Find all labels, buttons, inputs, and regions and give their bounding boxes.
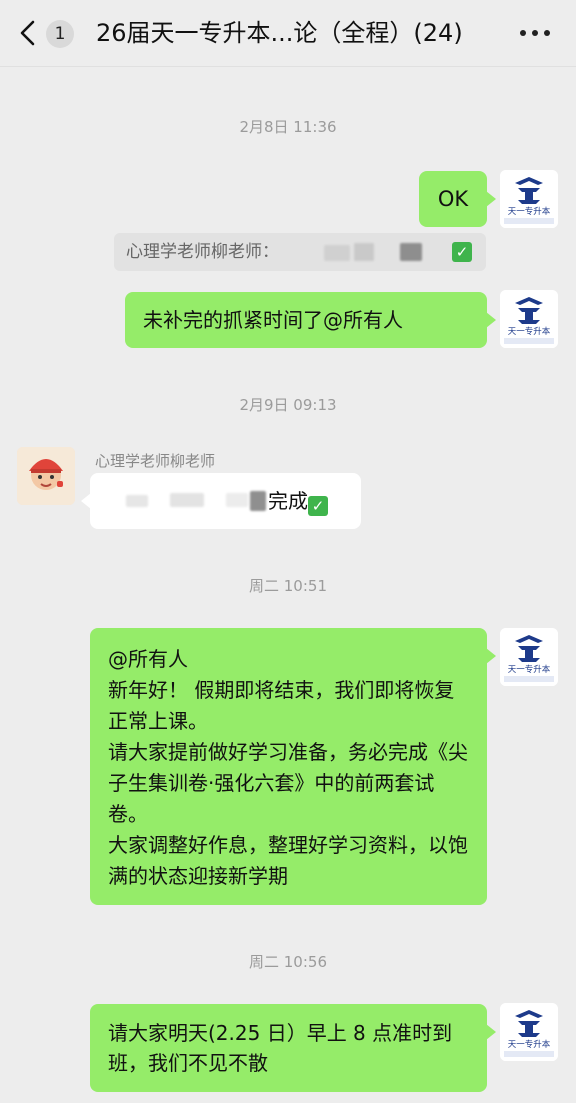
more-options-icon[interactable] — [520, 30, 550, 38]
message-tail-text: 完成 ✓ — [268, 487, 328, 516]
brand-logo-icon: 天一专升本 — [500, 628, 558, 686]
message-text: 未补完的抓紧时间了@所有人 — [143, 308, 403, 332]
brand-logo-icon: 天一专升本 — [500, 290, 558, 348]
quoted-message[interactable]: 心理学老师柳老师： ✓ — [114, 233, 486, 271]
redacted-text — [126, 495, 148, 507]
svg-text:天一专升本: 天一专升本 — [508, 1039, 551, 1050]
message-text: 请大家明天(2.25 日）早上 8 点准时到班，我们不见不散 — [108, 1021, 453, 1075]
timestamp: 周二 10:56 — [249, 953, 327, 971]
message-text: OK — [437, 187, 469, 211]
check-mark-icon: ✓ — [308, 496, 328, 516]
unread-count-badge[interactable]: 1 — [46, 20, 74, 48]
check-mark-icon: ✓ — [452, 242, 472, 262]
brand-logo-avatar[interactable]: 天一专升本 — [500, 290, 558, 348]
timestamp: 周二 10:51 — [249, 577, 327, 595]
redacted-text — [324, 245, 350, 261]
message-text: @所有人 新年好！ 假期即将结束，我们即将恢复正常上课。 请大家提前做好学习准备… — [108, 647, 468, 888]
timestamp: 2月8日 11:36 — [239, 118, 337, 136]
message-bubble-self[interactable]: OK — [419, 171, 496, 227]
chat-header: 1 26届天一专升本...论（全程）(24) — [0, 0, 576, 67]
chat-title: 26届天一专升本...论（全程）(24) — [96, 19, 463, 47]
brand-logo-icon: 天一专升本 — [500, 1003, 558, 1061]
sender-name: 心理学老师柳老师 — [95, 452, 216, 470]
message-bubble-other[interactable]: 完成 ✓ — [81, 473, 361, 529]
redacted-text — [226, 493, 248, 507]
message-bubble-self[interactable]: @所有人 新年好！ 假期即将结束，我们即将恢复正常上课。 请大家提前做好学习准备… — [90, 628, 496, 905]
timestamp: 2月9日 09:13 — [239, 396, 337, 414]
svg-text:天一专升本: 天一专升本 — [508, 326, 551, 337]
child-photo-icon — [17, 447, 75, 505]
redacted-text — [400, 243, 422, 261]
brand-logo-avatar[interactable]: 天一专升本 — [500, 170, 558, 228]
back-arrow-icon[interactable] — [16, 20, 40, 46]
quote-sender: 心理学老师柳老师： — [126, 242, 279, 262]
message-bubble-self[interactable]: 未补完的抓紧时间了@所有人 — [125, 292, 496, 348]
brand-logo-avatar[interactable]: 天一专升本 — [500, 628, 558, 686]
svg-text:天一专升本: 天一专升本 — [508, 664, 551, 675]
svg-text:天一专升本: 天一专升本 — [508, 206, 551, 217]
redacted-text — [354, 243, 374, 261]
message-bubble-self[interactable]: 请大家明天(2.25 日）早上 8 点准时到班，我们不见不散 — [90, 1004, 496, 1092]
teacher-avatar[interactable] — [17, 447, 75, 505]
message-text: 完成 — [268, 489, 308, 513]
redacted-text — [170, 493, 204, 507]
brand-logo-avatar[interactable]: 天一专升本 — [500, 1003, 558, 1061]
redacted-text — [250, 491, 266, 511]
brand-logo-icon: 天一专升本 — [500, 170, 558, 228]
